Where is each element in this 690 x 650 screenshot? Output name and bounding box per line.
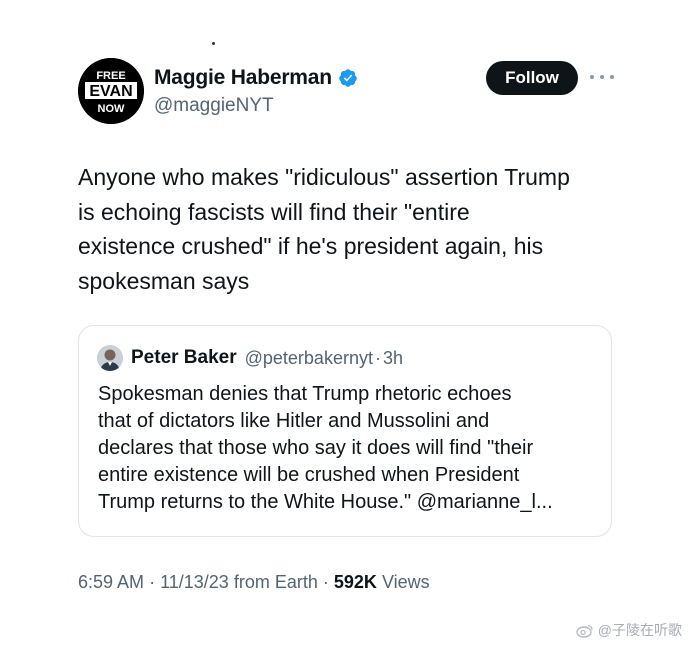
tweet-date[interactable]: 11/13/23 <box>160 572 229 592</box>
quoted-text-line: Trump returns to the White House." @mari… <box>98 491 553 513</box>
tweet-time[interactable]: 6:59 AM <box>78 572 144 592</box>
more-dot <box>590 75 594 79</box>
more-dot <box>610 75 614 79</box>
tweet-source: from Earth <box>233 572 318 592</box>
weibo-watermark: @子陵在听歌 <box>576 620 682 640</box>
author-name-row[interactable]: Maggie Haberman <box>154 66 358 90</box>
quoted-text-line: declares that those who say it does will… <box>98 437 534 459</box>
tweet-text-line: spokesman says <box>78 267 250 294</box>
meta-separator: · <box>149 572 156 592</box>
avatar-line-2: EVAN <box>89 83 132 100</box>
quoted-tweet-header: Peter Baker @peterbakernyt · 3h <box>97 345 403 371</box>
quoted-author-name[interactable]: Peter Baker <box>131 347 237 369</box>
tweet-text-line: Anyone who makes "ridiculous" assertion … <box>78 164 570 190</box>
avatar-line-3: NOW <box>98 103 126 115</box>
views-label[interactable]: Views <box>382 572 430 592</box>
more-horizontal-icon[interactable] <box>590 67 614 87</box>
quoted-tweet-card[interactable]: Peter Baker @peterbakernyt · 3h Spokesma… <box>78 325 612 537</box>
views-count[interactable]: 592K <box>334 572 377 592</box>
follow-button[interactable]: Follow <box>486 61 578 95</box>
meta-separator: · <box>322 572 329 592</box>
avatar-line-1: FREE <box>96 70 125 82</box>
tweet-text-line: existence crushed" if he's president aga… <box>78 233 544 259</box>
quoted-author-handle[interactable]: @peterbakernyt <box>245 348 373 369</box>
weibo-icon <box>576 623 594 638</box>
quoted-time-ago[interactable]: 3h <box>383 348 403 369</box>
quoted-text-line: Spokesman denies that Trump rhetoric ech… <box>98 383 512 405</box>
quoted-text-line: entire existence will be crushed when Pr… <box>98 464 520 486</box>
quoted-tweet-text: Spokesman denies that Trump rhetoric ech… <box>98 381 598 516</box>
tweet-text-line: is echoing fascists will find their "ent… <box>78 198 470 225</box>
more-dot <box>600 75 604 79</box>
decorative-dot <box>212 42 215 45</box>
author-handle[interactable]: @maggieNYT <box>154 95 274 117</box>
tweet-meta: 6:59 AM · 11/13/23 from Earth · 592K Vie… <box>78 572 430 593</box>
watermark-text: @子陵在听歌 <box>597 622 682 638</box>
quoted-author-avatar[interactable] <box>97 345 123 371</box>
author-avatar[interactable]: FREE EVAN NOW <box>78 58 144 124</box>
quoted-separator: · <box>374 347 381 368</box>
tweet-text: Anyone who makes "ridiculous" assertion … <box>78 160 638 298</box>
quoted-text-line: that of dictators like Hitler and Mussol… <box>98 410 490 432</box>
verified-badge-icon <box>338 68 358 88</box>
free-evan-now-logo: FREE EVAN NOW <box>78 58 144 124</box>
author-display-name[interactable]: Maggie Haberman <box>154 66 332 90</box>
